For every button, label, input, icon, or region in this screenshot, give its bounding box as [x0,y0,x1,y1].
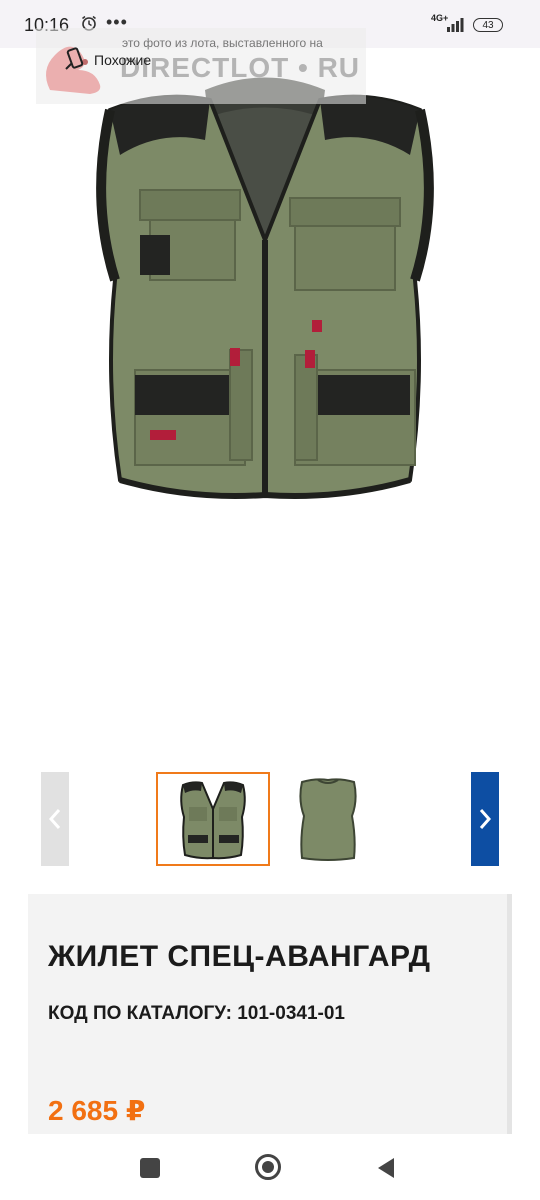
product-main-image[interactable] [80,70,450,510]
gallery-thumbnail-front[interactable] [156,772,270,866]
vest-front-thumbnail-image [180,781,246,860]
similar-button[interactable]: Похожие [48,42,163,78]
gallery-thumbnail-back[interactable] [271,772,385,866]
gallery-prev-button[interactable] [41,772,69,866]
similar-button-label: Похожие [94,52,152,68]
vest-back-thumbnail-image [299,778,357,861]
gallery-next-button[interactable] [471,772,499,866]
battery-icon: 43 [473,18,503,32]
signal-icon [447,18,464,32]
catalog-code: КОД ПО КАТАЛОГУ: 101-0341-01 [48,1003,345,1024]
recent-apps-button[interactable] [140,1158,160,1178]
product-price: 2 685 ₽ [48,1095,146,1126]
chevron-left-icon [48,809,61,829]
image-search-icon [65,47,84,70]
network-type-label: 4G+ [431,13,449,23]
back-button[interactable] [376,1156,396,1180]
home-button[interactable] [255,1154,281,1180]
product-title: ЖИЛЕТ СПЕЦ-АВАНГАРД [48,940,431,973]
chevron-right-icon [479,809,492,829]
